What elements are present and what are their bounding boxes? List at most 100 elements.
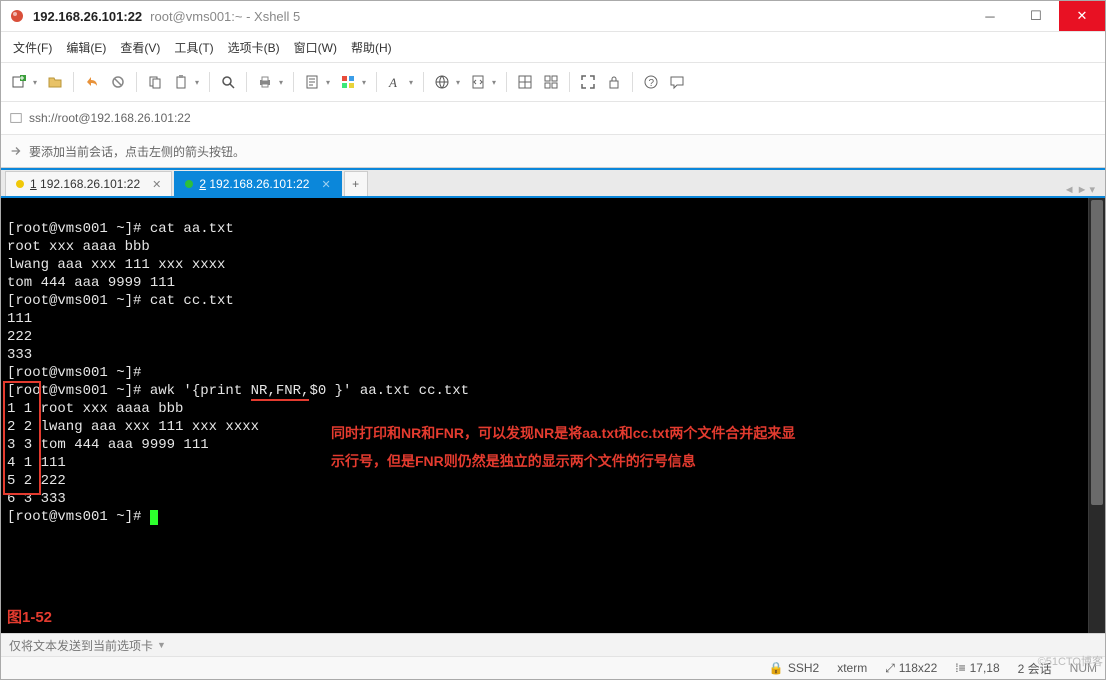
tab-2-active[interactable]: 2 192.168.26.101:22 ✕ <box>174 171 341 196</box>
status-pos: ⁞≡17,18 <box>955 661 999 675</box>
terminal-area: [root@vms001 ~]# cat aa.txt root xxx aaa… <box>1 198 1105 633</box>
term-line: [root@vms001 ~]# cat cc.txt <box>7 293 234 309</box>
dropdown-icon[interactable]: ▼ <box>157 640 166 650</box>
status-term: xterm <box>837 661 867 675</box>
globe-icon[interactable] <box>430 70 454 94</box>
term-line: 2 2 lwang aaa xxx 111 xxx xxxx <box>7 419 259 435</box>
dropdown-icon[interactable]: ▾ <box>409 78 417 87</box>
font-icon[interactable]: A <box>383 70 407 94</box>
tab-list-icon[interactable]: ▾ <box>1089 183 1095 196</box>
resize-icon: ⤢ <box>885 661 895 676</box>
minimize-button[interactable]: － <box>967 1 1013 31</box>
status-dot-icon <box>16 180 24 188</box>
tab-strip: 1 192.168.26.101:22 ✕ 2 192.168.26.101:2… <box>1 168 1105 198</box>
tab-label: 1 192.168.26.101:22 <box>30 177 140 191</box>
properties-icon[interactable] <box>300 70 324 94</box>
script-icon[interactable] <box>466 70 490 94</box>
scrollbar[interactable] <box>1088 198 1105 633</box>
fullscreen-icon[interactable] <box>576 70 600 94</box>
figure-label: 图1-52 <box>7 607 52 629</box>
term-line: 5 2 222 <box>7 473 66 489</box>
status-caps: NUM©51CTO博客 <box>1070 661 1097 675</box>
copy-icon[interactable] <box>143 70 167 94</box>
chat-icon[interactable] <box>665 70 689 94</box>
menu-file[interactable]: 文件(F) <box>9 37 56 58</box>
dropdown-icon[interactable]: ▾ <box>492 78 500 87</box>
hint-bar: 要添加当前会话，点击左侧的箭头按钮。 <box>1 135 1105 168</box>
help-icon[interactable]: ? <box>639 70 663 94</box>
maximize-button[interactable]: ☐ <box>1013 1 1059 31</box>
tab-close-icon[interactable]: ✕ <box>152 178 161 191</box>
svg-text:A: A <box>388 75 397 90</box>
color-icon[interactable] <box>336 70 360 94</box>
term-line: 4 1 111 <box>7 455 66 471</box>
term-line: 111 <box>7 311 32 327</box>
term-line: 1 1 root xxx aaaa bbb <box>7 401 183 417</box>
status-size: ⤢118x22 <box>885 661 937 676</box>
dropdown-icon[interactable]: ▾ <box>326 78 334 87</box>
reconnect-icon[interactable] <box>80 70 104 94</box>
disconnect-icon[interactable] <box>106 70 130 94</box>
status-bar: 🔒SSH2 xterm ⤢118x22 ⁞≡17,18 2 会话 NUM©51C… <box>1 656 1105 679</box>
menu-edit[interactable]: 编辑(E) <box>62 37 110 58</box>
open-icon[interactable] <box>43 70 67 94</box>
tab-label: 2 192.168.26.101:22 <box>199 177 309 191</box>
layout-icon[interactable] <box>513 70 537 94</box>
status-proto: 🔒SSH2 <box>769 661 819 675</box>
search-icon[interactable] <box>216 70 240 94</box>
address-text[interactable]: ssh://root@192.168.26.101:22 <box>29 111 191 125</box>
term-line: 222 <box>7 329 32 345</box>
print-icon[interactable] <box>253 70 277 94</box>
term-line: lwang aaa xxx 111 xxx xxxx <box>7 257 225 273</box>
app-window: 192.168.26.101:22 root@vms001:~ - Xshell… <box>0 0 1106 680</box>
dropdown-icon[interactable]: ▾ <box>362 78 370 87</box>
tile-icon[interactable] <box>539 70 563 94</box>
session-icon <box>9 111 23 125</box>
term-line: root xxx aaaa bbb <box>7 239 150 255</box>
annotation-text-2: 示行号，但是FNR则仍然是独立的显示两个文件的行号信息 <box>331 450 696 472</box>
menu-help[interactable]: 帮助(H) <box>347 37 396 58</box>
title-host: 192.168.26.101:22 <box>33 9 142 24</box>
toolbar: ▾ ▾ ▾ ▾ ▾ A ▾ ▾ ▾ ? <box>1 63 1105 102</box>
menu-tools[interactable]: 工具(T) <box>170 37 217 58</box>
menu-tabs[interactable]: 选项卡(B) <box>224 37 284 58</box>
send-bar: 仅将文本发送到当前选项卡 ▼ <box>1 633 1105 656</box>
tab-1[interactable]: 1 192.168.26.101:22 ✕ <box>5 171 172 196</box>
titlebar: 192.168.26.101:22 root@vms001:~ - Xshell… <box>1 1 1105 32</box>
dropdown-icon[interactable]: ▾ <box>456 78 464 87</box>
dropdown-icon[interactable]: ▾ <box>33 78 41 87</box>
arrow-icon[interactable] <box>9 144 23 158</box>
new-session-icon[interactable] <box>7 70 31 94</box>
status-dot-icon <box>185 180 193 188</box>
scroll-thumb[interactable] <box>1091 200 1103 505</box>
term-line: 6 3 333 <box>7 491 66 507</box>
term-line: [root@vms001 ~]# awk '{print NR,FNR,$0 }… <box>7 383 469 401</box>
term-line: tom 444 aaa 9999 111 <box>7 275 175 291</box>
term-line: 333 <box>7 347 32 363</box>
highlight-nr-fnr: NR,FNR, <box>251 383 310 401</box>
terminal[interactable]: [root@vms001 ~]# cat aa.txt root xxx aaa… <box>1 198 1088 633</box>
title-sub: root@vms001:~ - Xshell 5 <box>150 9 300 24</box>
svg-text:?: ? <box>649 78 655 89</box>
annotation-text-1: 同时打印和NR和FNR，可以发现NR是将aa.txt和cc.txt两个文件合并起… <box>331 422 795 444</box>
menu-window[interactable]: 窗口(W) <box>290 37 341 58</box>
lock-icon: 🔒 <box>769 661 784 675</box>
tab-prev-icon[interactable]: ◄ <box>1064 184 1075 196</box>
address-bar: ssh://root@192.168.26.101:22 <box>1 102 1105 135</box>
dropdown-icon[interactable]: ▾ <box>279 78 287 87</box>
menu-view[interactable]: 查看(V) <box>116 37 164 58</box>
paste-icon[interactable] <box>169 70 193 94</box>
app-icon <box>9 8 25 24</box>
hint-text: 要添加当前会话，点击左侧的箭头按钮。 <box>29 143 245 160</box>
close-button[interactable]: ✕ <box>1059 1 1105 31</box>
send-mode-text[interactable]: 仅将文本发送到当前选项卡 <box>9 637 153 654</box>
term-line: [root@vms001 ~]# <box>7 365 141 381</box>
watermark: ©51CTO博客 <box>1038 653 1103 669</box>
lock-icon[interactable] <box>602 70 626 94</box>
term-line: 3 3 tom 444 aaa 9999 111 <box>7 437 209 453</box>
dropdown-icon[interactable]: ▾ <box>195 78 203 87</box>
tab-add-button[interactable]: + <box>344 171 368 196</box>
tab-close-icon[interactable]: ✕ <box>321 178 330 191</box>
tab-next-icon[interactable]: ► <box>1077 184 1088 196</box>
tab-nav: ◄ ► ▾ <box>1064 183 1101 196</box>
